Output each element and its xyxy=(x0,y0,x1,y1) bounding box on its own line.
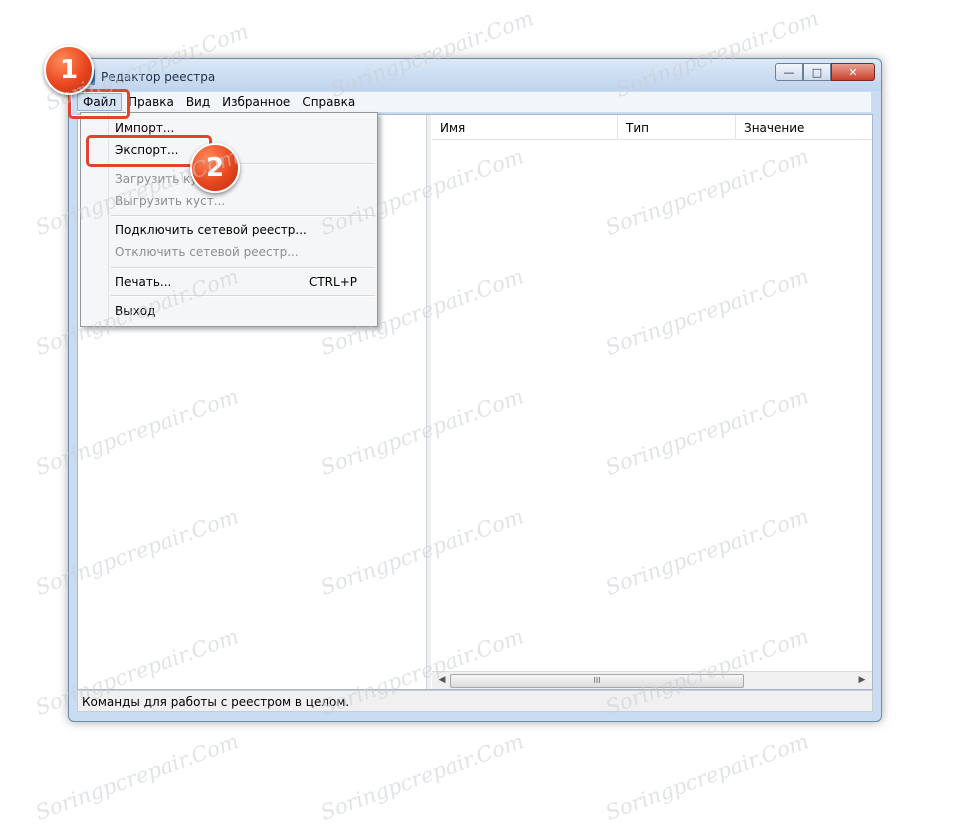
menu-item-print[interactable]: Печать... xyxy=(115,275,171,289)
watermark: Soringpcrepair.Com xyxy=(317,729,527,825)
scrollbar-thumb[interactable]: III xyxy=(450,674,744,688)
values-list-pane[interactable]: Имя Тип Значение ◀ III ▶ xyxy=(432,115,872,689)
column-header-value[interactable]: Значение xyxy=(736,115,872,139)
menu-favorites[interactable]: Избранное xyxy=(216,93,296,111)
status-text: Команды для работы с реестром в целом. xyxy=(82,695,350,709)
title-bar[interactable]: Редактор реестра — □ ✕ xyxy=(69,59,881,91)
watermark: Soringpcrepair.Com xyxy=(602,729,812,825)
status-bar: Команды для работы с реестром в целом. xyxy=(77,690,873,712)
menu-item-connect-network-registry[interactable]: Подключить сетевой реестр... xyxy=(115,223,307,237)
menu-view[interactable]: Вид xyxy=(180,93,216,111)
column-header-name[interactable]: Имя xyxy=(432,115,618,139)
minimize-button[interactable]: — xyxy=(775,63,803,81)
horizontal-scrollbar[interactable]: ◀ III ▶ xyxy=(432,671,872,689)
close-button[interactable]: ✕ xyxy=(831,63,875,81)
menu-separator xyxy=(111,267,375,269)
menu-item-exit[interactable]: Выход xyxy=(115,304,155,318)
menu-item-unload-hive: Выгрузить куст... xyxy=(115,194,226,208)
pane-splitter[interactable] xyxy=(427,115,431,689)
print-shortcut: CTRL+P xyxy=(308,275,357,289)
menu-item-disconnect-network-registry: Отключить сетевой реестр... xyxy=(115,245,299,259)
window-controls: — □ ✕ xyxy=(775,63,875,81)
scroll-left-arrow-icon[interactable]: ◀ xyxy=(434,674,450,687)
menu-edit[interactable]: Правка xyxy=(122,93,180,111)
menu-separator xyxy=(111,215,375,217)
menu-item-import[interactable]: Импорт... xyxy=(115,121,174,135)
window-title: Редактор реестра xyxy=(101,70,216,84)
menu-separator xyxy=(111,295,375,297)
column-headers: Имя Тип Значение xyxy=(432,115,872,140)
scroll-right-arrow-icon[interactable]: ▶ xyxy=(854,674,870,687)
column-header-type[interactable]: Тип xyxy=(618,115,736,139)
menu-help[interactable]: Справка xyxy=(296,93,361,111)
watermark: Soringpcrepair.Com xyxy=(32,729,242,825)
maximize-button[interactable]: □ xyxy=(803,63,831,81)
menu-bar: Файл Правка Вид Избранное Справка xyxy=(77,92,871,112)
step-1-badge: 1 xyxy=(44,45,94,95)
step-2-badge: 2 xyxy=(190,143,240,193)
